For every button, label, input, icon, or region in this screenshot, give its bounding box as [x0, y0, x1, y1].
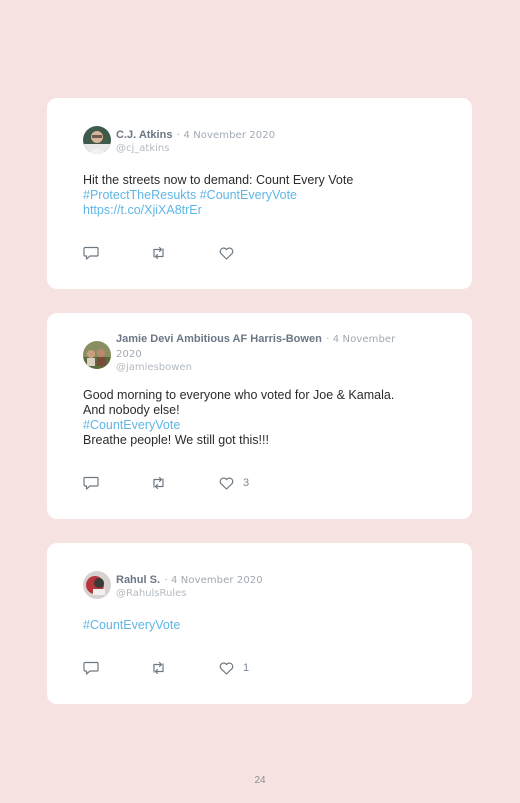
- tweet-text-line: Breathe people! We still got this!!!: [83, 433, 269, 447]
- like-button[interactable]: 1: [219, 660, 249, 676]
- avatar[interactable]: [83, 126, 111, 154]
- retweet-button[interactable]: [150, 245, 167, 261]
- tweet-text: Hit the streets now to demand: Count Eve…: [83, 173, 442, 218]
- like-button[interactable]: [219, 245, 243, 261]
- avatar[interactable]: [83, 571, 111, 599]
- tweet-header: Rahul S. · 4 November 2020 @RahulsRules: [116, 572, 422, 600]
- tweet-text-line: Good morning to everyone who voted for J…: [83, 388, 395, 402]
- tweet-text-line: And nobody else!: [83, 403, 180, 417]
- tweet-card: C.J. Atkins · 4 November 2020 @cj_atkins…: [47, 98, 472, 289]
- tweet-text: #CountEveryVote: [83, 618, 442, 633]
- hashtag-link[interactable]: #CountEveryVote: [83, 418, 442, 433]
- retweet-button[interactable]: [150, 660, 167, 676]
- like-button[interactable]: 3: [219, 475, 249, 491]
- page-number: 24: [254, 775, 266, 786]
- retweet-icon: [150, 246, 167, 260]
- retweet-button[interactable]: [150, 475, 167, 491]
- tweet-actions: 3: [83, 475, 442, 491]
- tweet-text-line: Hit the streets now to demand: Count Eve…: [83, 173, 354, 187]
- tweet-text: Good morning to everyone who voted for J…: [83, 388, 442, 448]
- author-handle[interactable]: @cj_atkins: [116, 142, 422, 155]
- heart-icon: [219, 661, 234, 675]
- tweet-actions: [83, 245, 442, 261]
- author-handle[interactable]: @RahulsRules: [116, 587, 422, 600]
- tweet-header: Jamie Devi Ambitious AF Harris-Bowen · 4…: [116, 331, 422, 374]
- like-count: 1: [243, 662, 250, 674]
- tweet-card: Jamie Devi Ambitious AF Harris-Bowen · 4…: [47, 313, 472, 519]
- reply-button[interactable]: [83, 660, 99, 676]
- reply-icon: [83, 661, 99, 675]
- avatar[interactable]: [83, 341, 111, 369]
- tweet-date: · 4 November 2020: [164, 575, 263, 586]
- hashtag-link[interactable]: #CountEveryVote: [83, 618, 442, 633]
- like-count: 3: [243, 477, 250, 489]
- heart-icon: [219, 246, 234, 260]
- tweet-header: C.J. Atkins · 4 November 2020 @cj_atkins: [116, 127, 422, 155]
- reply-button[interactable]: [83, 245, 99, 261]
- author-handle[interactable]: @jamiesbowen: [116, 361, 422, 374]
- author-name[interactable]: C.J. Atkins: [116, 129, 172, 141]
- reply-icon: [83, 246, 99, 260]
- author-name[interactable]: Jamie Devi Ambitious AF Harris-Bowen: [116, 333, 322, 345]
- tweet-card: Rahul S. · 4 November 2020 @RahulsRules …: [47, 543, 472, 704]
- reply-button[interactable]: [83, 475, 99, 491]
- heart-icon: [219, 476, 234, 490]
- retweet-icon: [150, 661, 167, 675]
- hashtag-link[interactable]: #ProtectTheResukts #CountEveryVote: [83, 188, 442, 203]
- reply-icon: [83, 476, 99, 490]
- author-name[interactable]: Rahul S.: [116, 574, 160, 586]
- tweet-date: · 4 November 2020: [176, 130, 276, 141]
- url-link[interactable]: https://t.co/XjiXA8trEr: [83, 203, 442, 218]
- retweet-icon: [150, 476, 167, 490]
- tweet-actions: 1: [83, 660, 442, 676]
